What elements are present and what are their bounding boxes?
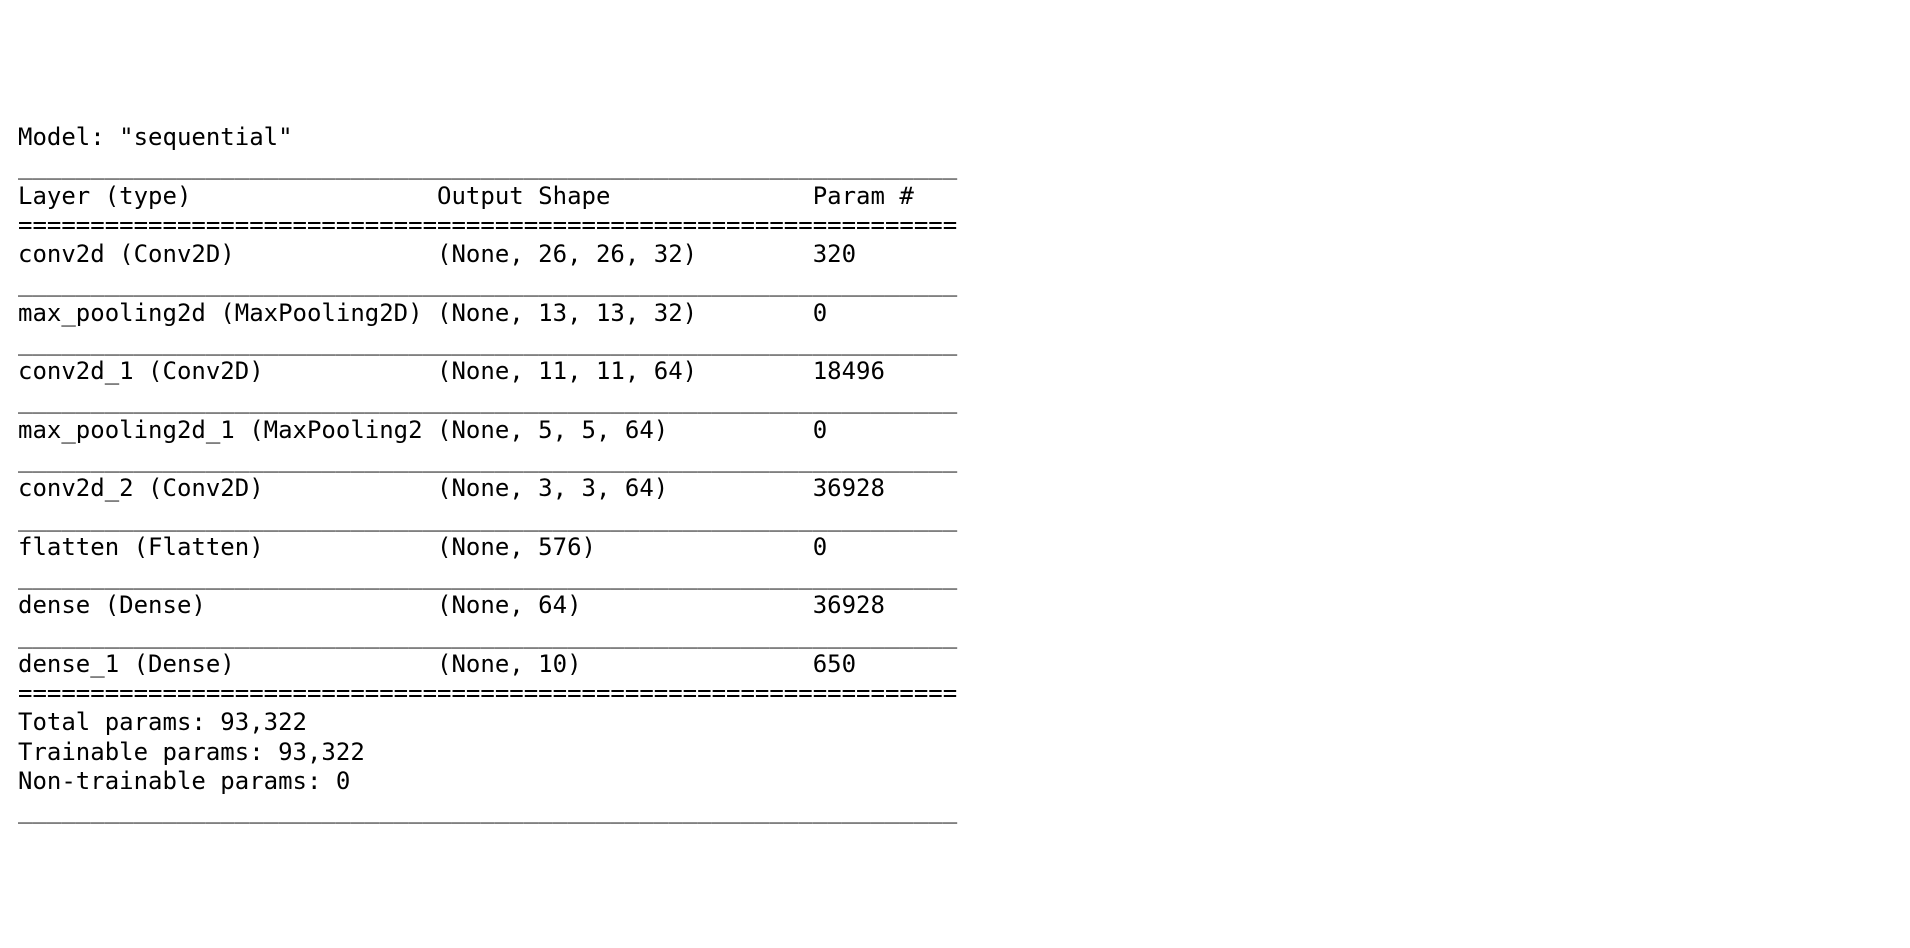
model-summary-text: Model: "sequential" ____________________… (18, 123, 957, 824)
